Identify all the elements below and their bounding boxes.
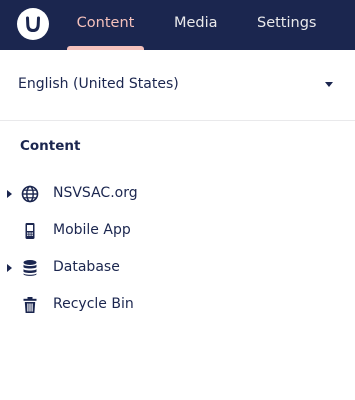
tree-item-recycle-bin[interactable]: Recycle Bin bbox=[0, 290, 355, 320]
section-title: Content bbox=[20, 138, 81, 154]
tree-item-label: Database bbox=[53, 259, 120, 275]
tab-content[interactable]: Content bbox=[67, 0, 144, 50]
tab-settings[interactable]: Settings bbox=[257, 0, 316, 50]
language-select[interactable]: English (United States) bbox=[0, 66, 355, 106]
active-tab-indicator bbox=[67, 46, 144, 50]
tree-item-label: Mobile App bbox=[53, 222, 131, 238]
chevron-down-icon[interactable] bbox=[325, 82, 333, 87]
tree-item-database[interactable]: Database bbox=[0, 253, 355, 283]
mobile-phone-icon bbox=[25, 223, 35, 239]
tree-item-label: Recycle Bin bbox=[53, 296, 134, 312]
language-select-value: English (United States) bbox=[18, 76, 179, 92]
expand-caret-icon[interactable] bbox=[7, 264, 12, 272]
tab-content-label: Content bbox=[76, 15, 135, 31]
tab-media-label: Media bbox=[174, 15, 218, 31]
umbraco-logo-icon[interactable] bbox=[17, 8, 49, 40]
globe-icon bbox=[21, 185, 39, 203]
top-navigation-bar: Content Media Settings bbox=[0, 0, 355, 50]
tab-media[interactable]: Media bbox=[174, 0, 218, 50]
database-icon bbox=[23, 260, 37, 276]
tree-item-label: NSVSAC.org bbox=[53, 185, 138, 201]
tree-item-nsvsac[interactable]: NSVSAC.org bbox=[0, 179, 355, 209]
tab-settings-label: Settings bbox=[257, 15, 317, 31]
divider bbox=[0, 120, 355, 121]
tree-item-mobile-app[interactable]: Mobile App bbox=[0, 216, 355, 246]
expand-caret-icon[interactable] bbox=[7, 190, 12, 198]
trash-icon bbox=[23, 297, 37, 313]
